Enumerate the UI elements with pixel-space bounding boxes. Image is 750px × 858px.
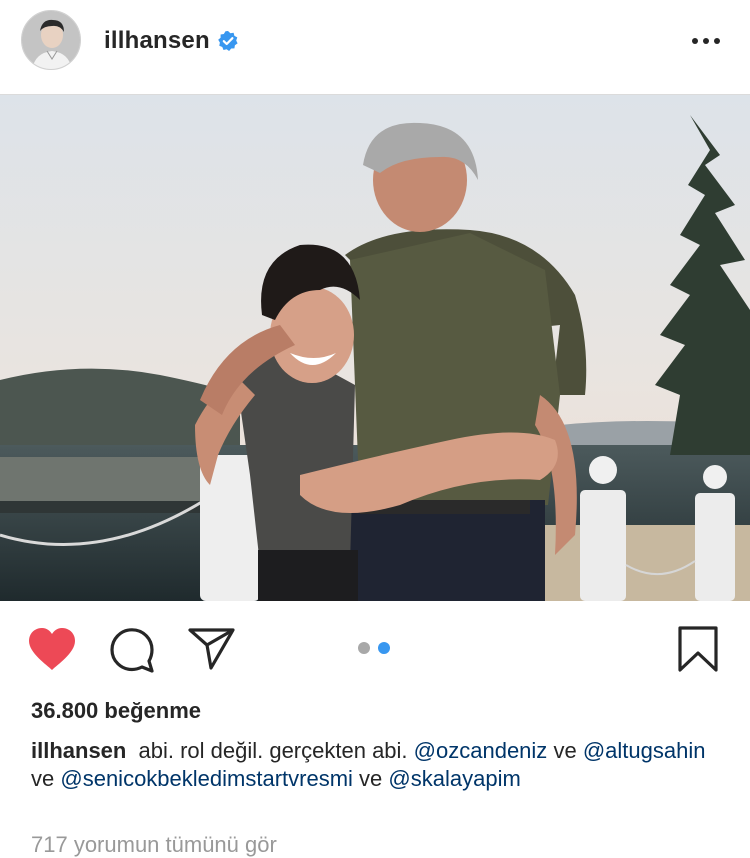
- paper-plane-icon[interactable]: [188, 627, 236, 671]
- mention-link[interactable]: @skalayapim: [388, 766, 520, 791]
- action-bar: [0, 601, 750, 691]
- caption-username[interactable]: illhansen: [31, 738, 126, 763]
- photo-illustration: [0, 95, 750, 601]
- mention-link[interactable]: @altugsahin: [583, 738, 706, 763]
- caption-text: ve: [359, 766, 383, 791]
- carousel-dot-2-active[interactable]: [378, 642, 390, 654]
- carousel-dot-1[interactable]: [358, 642, 370, 654]
- view-comments-link[interactable]: 717 yorumun tümünü gör: [31, 832, 277, 858]
- post-header: illhansen: [0, 0, 750, 95]
- caption-text: ve: [31, 766, 55, 791]
- comment-icon[interactable]: [109, 627, 155, 673]
- mention-link[interactable]: @senicokbekledimstartvresmi: [60, 766, 353, 791]
- avatar[interactable]: [21, 10, 81, 70]
- caption-text: ve: [553, 738, 577, 763]
- post-photo[interactable]: [0, 95, 750, 601]
- username[interactable]: illhansen: [104, 27, 210, 55]
- mention-link[interactable]: @ozcandeniz: [414, 738, 548, 763]
- heart-icon[interactable]: [27, 627, 77, 671]
- more-options-icon[interactable]: [688, 28, 724, 54]
- avatar-image: [22, 11, 80, 69]
- likes-count[interactable]: 36.800 beğenme: [31, 698, 201, 724]
- bookmark-icon[interactable]: [677, 625, 719, 673]
- verified-badge-icon: [218, 31, 238, 51]
- post-caption: illhansen abi. rol değil. gerçekten abi.…: [31, 737, 731, 793]
- caption-text: abi. rol değil. gerçekten abi.: [138, 738, 408, 763]
